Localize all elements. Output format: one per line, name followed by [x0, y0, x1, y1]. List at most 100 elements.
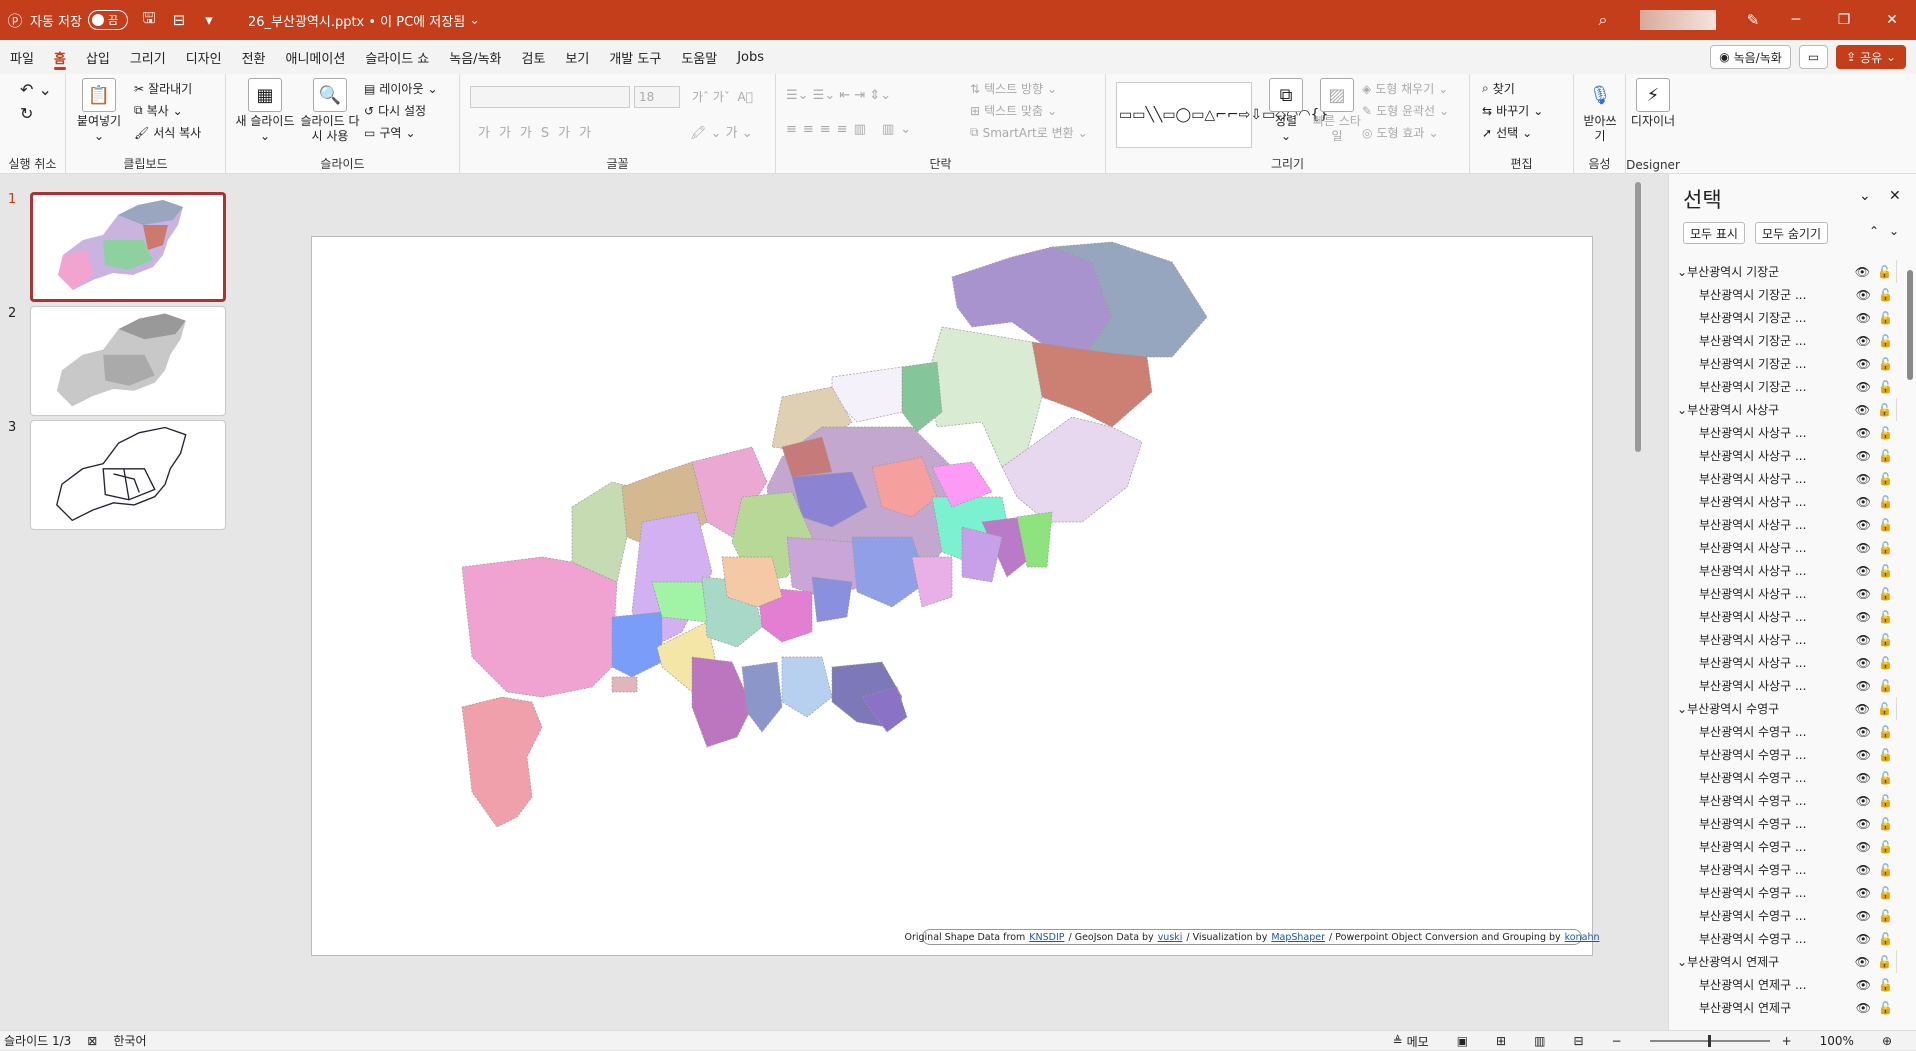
unlock-icon[interactable]: 🔓	[1878, 518, 1893, 532]
konahn-link[interactable]: konahn	[1565, 932, 1600, 943]
visibility-eye-icon[interactable]: 👁	[1856, 380, 1871, 394]
record-button[interactable]: ◉ 녹음/녹화	[1710, 45, 1791, 69]
fit-slide-icon[interactable]: ⊕	[1882, 1034, 1892, 1048]
accessibility-icon[interactable]: ⊠	[87, 1034, 97, 1048]
slide-thumb-2[interactable]	[30, 306, 226, 416]
normal-view-icon[interactable]: ▣	[1457, 1034, 1468, 1048]
visibility-eye-icon[interactable]: 👁	[1856, 886, 1871, 900]
tree-item-row[interactable]: 부산광역시 수영구 ... 👁 🔓	[1677, 789, 1897, 812]
shape-fill-button[interactable]: ◈ 도형 채우기 ⌄	[1362, 80, 1448, 97]
visibility-eye-icon[interactable]: 👁	[1856, 794, 1871, 808]
unlock-icon[interactable]: 🔓	[1878, 334, 1893, 348]
tree-item-row[interactable]: 부산광역시 사상구 ... 👁 🔓	[1677, 467, 1897, 490]
unlock-icon[interactable]: 🔓	[1878, 748, 1893, 762]
unlock-icon[interactable]: 🔓	[1878, 679, 1893, 693]
designer-button[interactable]: ⚡ 디자이너	[1630, 78, 1676, 129]
unlock-icon[interactable]: 🔓	[1878, 817, 1893, 831]
visibility-eye-icon[interactable]: 👁	[1856, 541, 1871, 555]
unlock-icon[interactable]: 🔓	[1878, 495, 1893, 509]
close-icon[interactable]: ✕	[1889, 188, 1901, 204]
unlock-icon[interactable]: 🔓	[1877, 702, 1892, 716]
visibility-eye-icon[interactable]: 👁	[1856, 656, 1871, 670]
knsdip-link[interactable]: KNSDIP	[1029, 932, 1064, 943]
visibility-eye-icon[interactable]: 👁	[1856, 771, 1871, 785]
unlock-icon[interactable]: 🔓	[1878, 564, 1893, 578]
font-format-icons[interactable]: 가가가S가가	[478, 122, 600, 141]
editor-scrollbar[interactable]	[1632, 174, 1644, 1030]
visibility-eye-icon[interactable]: 👁	[1856, 610, 1871, 624]
tree-item-row[interactable]: 부산광역시 사상구 ... 👁 🔓	[1677, 536, 1897, 559]
tree-item-row[interactable]: 부산광역시 사상구 ... 👁 🔓	[1677, 582, 1897, 605]
unlock-icon[interactable]: 🔓	[1878, 656, 1893, 670]
replace-button[interactable]: ⇆ 바꾸기 ⌄	[1482, 102, 1543, 119]
show-all-button[interactable]: 모두 표시	[1683, 222, 1745, 244]
tree-group-row[interactable]: ⌄ 부산광역시 기장군 👁 🔓	[1677, 260, 1897, 283]
tab-draw[interactable]: 그리기	[120, 40, 176, 74]
visibility-eye-icon[interactable]: 👁	[1856, 840, 1871, 854]
tab-slideshow[interactable]: 슬라이드 쇼	[355, 40, 439, 74]
visibility-eye-icon[interactable]: 👁	[1855, 955, 1870, 969]
visibility-eye-icon[interactable]: 👁	[1856, 426, 1871, 440]
tree-item-row[interactable]: 부산광역시 기장군 ... 👁 🔓	[1677, 375, 1897, 398]
unlock-icon[interactable]: 🔓	[1878, 1001, 1893, 1015]
tree-item-row[interactable]: 부산광역시 연제구 👁 🔓	[1677, 996, 1897, 1019]
tab-record[interactable]: 녹음/녹화	[439, 40, 511, 74]
busan-map[interactable]	[312, 237, 1594, 957]
tree-item-row[interactable]: 부산광역시 사상구 ... 👁 🔓	[1677, 605, 1897, 628]
redo-icon[interactable]: ↻	[20, 104, 33, 123]
visibility-eye-icon[interactable]: 👁	[1856, 633, 1871, 647]
visibility-eye-icon[interactable]: 👁	[1855, 702, 1870, 716]
visibility-eye-icon[interactable]: 👁	[1856, 449, 1871, 463]
share-button[interactable]: ⇪ 공유 ⌄	[1836, 45, 1906, 69]
document-title[interactable]: 26_부산광역시.pptx • 이 PC에 저장됨	[248, 11, 465, 30]
comments-button[interactable]: ▭	[1798, 45, 1829, 69]
notes-button[interactable]: ≜ 메모	[1393, 1033, 1429, 1050]
unlock-icon[interactable]: 🔓	[1878, 725, 1893, 739]
tab-animations[interactable]: 애니메이션	[276, 40, 356, 74]
unlock-icon[interactable]: 🔓	[1877, 955, 1892, 969]
tab-transitions[interactable]: 전환	[232, 40, 276, 74]
chevron-down-icon[interactable]: ⌄	[1677, 702, 1687, 716]
tree-item-row[interactable]: 부산광역시 수영구 ... 👁 🔓	[1677, 858, 1897, 881]
account-avatar[interactable]	[1640, 10, 1716, 30]
tree-item-row[interactable]: 부산광역시 수영구 ... 👁 🔓	[1677, 904, 1897, 927]
visibility-eye-icon[interactable]: 👁	[1856, 495, 1871, 509]
unlock-icon[interactable]: 🔓	[1878, 840, 1893, 854]
unlock-icon[interactable]: 🔓	[1878, 886, 1893, 900]
chevron-down-icon[interactable]: ⌄	[1677, 955, 1687, 969]
arrange-button[interactable]: ⧉ 정렬 ⌄	[1264, 78, 1308, 144]
tab-view[interactable]: 보기	[555, 40, 599, 74]
tree-group-row[interactable]: ⌄ 부산광역시 사상구 👁 🔓	[1677, 398, 1897, 421]
zoom-out-icon[interactable]: −	[1612, 1034, 1622, 1048]
tab-jobs[interactable]: Jobs	[727, 40, 774, 74]
pane-options-icon[interactable]: ⌄	[1859, 188, 1871, 204]
minimize-button[interactable]: ─	[1772, 0, 1820, 40]
visibility-eye-icon[interactable]: 👁	[1856, 909, 1871, 923]
chevron-down-icon[interactable]: ⌄	[1677, 265, 1687, 279]
tree-item-row[interactable]: 부산광역시 사상구 ... 👁 🔓	[1677, 490, 1897, 513]
unlock-icon[interactable]: 🔓	[1878, 978, 1893, 992]
unlock-icon[interactable]: 🔓	[1878, 449, 1893, 463]
zoom-level[interactable]: 100%	[1820, 1034, 1854, 1048]
unlock-icon[interactable]: 🔓	[1878, 794, 1893, 808]
zoom-slider[interactable]	[1649, 1035, 1770, 1047]
unlock-icon[interactable]: 🔓	[1878, 610, 1893, 624]
slide-sorter-icon[interactable]: ⊞	[1496, 1034, 1506, 1048]
tab-insert[interactable]: 삽입	[76, 40, 120, 74]
tree-group-row[interactable]: ⌄ 부산광역시 연제구 👁 🔓	[1677, 950, 1897, 973]
unlock-icon[interactable]: 🔓	[1878, 909, 1893, 923]
font-size-select[interactable]: 18	[634, 86, 680, 108]
tree-item-row[interactable]: 부산광역시 수영구 ... 👁 🔓	[1677, 720, 1897, 743]
tree-item-row[interactable]: 부산광역시 사상구 ... 👁 🔓	[1677, 513, 1897, 536]
visibility-eye-icon[interactable]: 👁	[1856, 587, 1871, 601]
tree-item-row[interactable]: 부산광역시 기장군 ... 👁 🔓	[1677, 283, 1897, 306]
vuski-link[interactable]: vuski	[1158, 932, 1183, 943]
visibility-eye-icon[interactable]: 👁	[1856, 472, 1871, 486]
visibility-eye-icon[interactable]: 👁	[1856, 817, 1871, 831]
visibility-eye-icon[interactable]: 👁	[1856, 932, 1871, 946]
save-icon[interactable]: 🖫	[134, 0, 164, 40]
section-button[interactable]: ▭ 구역 ⌄	[364, 124, 416, 141]
chevron-down-icon[interactable]: ⌄	[1677, 403, 1687, 417]
visibility-eye-icon[interactable]: 👁	[1856, 311, 1871, 325]
tab-help[interactable]: 도움말	[671, 40, 727, 74]
